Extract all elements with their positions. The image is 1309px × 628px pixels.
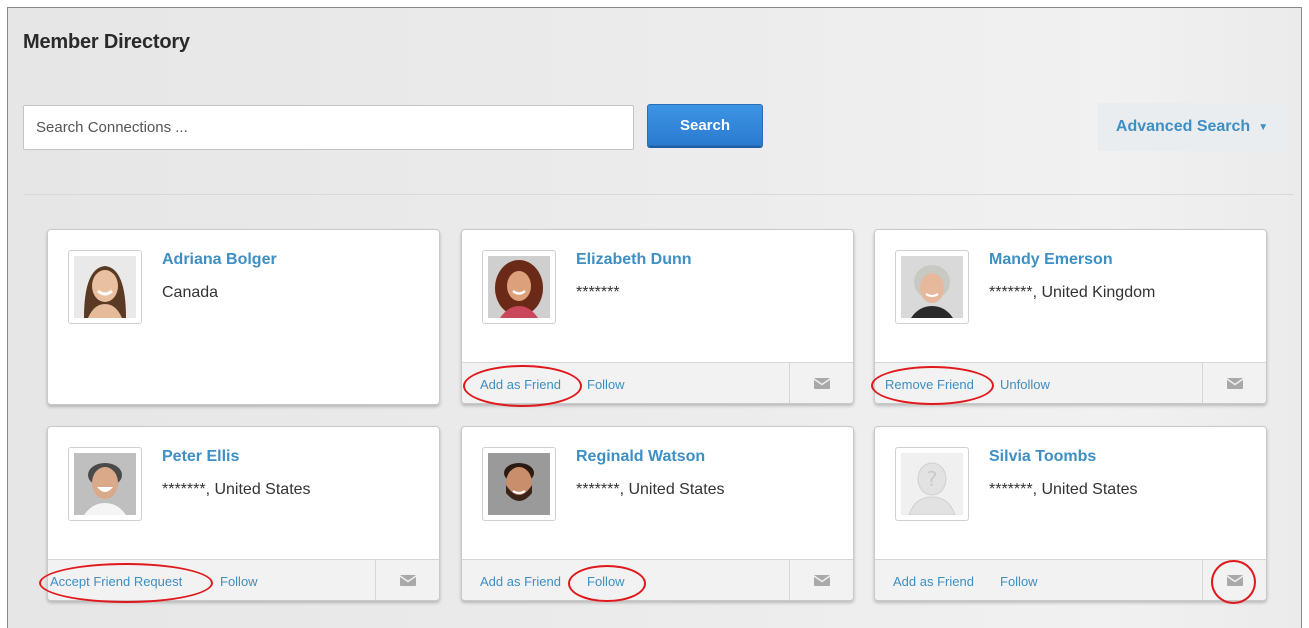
follow-link[interactable]: Follow — [587, 574, 625, 589]
follow-link[interactable]: Follow — [220, 574, 258, 589]
member-card: Peter Ellis *******, United States Accep… — [47, 426, 440, 601]
card-footer: Add as Friend Follow — [462, 362, 853, 403]
send-message-button[interactable] — [375, 560, 439, 600]
member-directory-panel: Member Directory Search Advanced Search … — [7, 7, 1302, 628]
search-button[interactable]: Search — [647, 104, 763, 146]
send-message-button[interactable] — [789, 560, 853, 600]
accept-friend-request-link[interactable]: Accept Friend Request — [50, 574, 182, 589]
member-card: Adriana Bolger Canada — [47, 229, 440, 405]
follow-link[interactable]: Follow — [587, 377, 625, 392]
advanced-search-label: Advanced Search — [1115, 118, 1251, 135]
member-photo[interactable] — [482, 250, 556, 324]
envelope-icon — [1226, 377, 1243, 389]
member-name-link[interactable]: Reginald Watson — [576, 448, 705, 466]
envelope-icon — [1226, 574, 1243, 586]
member-location: *******, United States — [162, 481, 311, 498]
add-as-friend-link[interactable]: Add as Friend — [480, 574, 561, 589]
remove-friend-link[interactable]: Remove Friend — [885, 377, 974, 392]
member-card: Mandy Emerson *******, United Kingdom Re… — [874, 229, 1267, 404]
member-name-link[interactable]: Adriana Bolger — [162, 251, 277, 269]
member-photo[interactable] — [482, 447, 556, 521]
add-as-friend-link[interactable]: Add as Friend — [893, 574, 974, 589]
member-name-link[interactable]: Elizabeth Dunn — [576, 251, 692, 269]
send-message-button[interactable] — [1202, 363, 1266, 403]
follow-link[interactable]: Follow — [1000, 574, 1038, 589]
member-location: *******, United States — [576, 481, 725, 498]
member-card: Reginald Watson *******, United States A… — [461, 426, 854, 601]
member-location: Canada — [162, 284, 219, 301]
member-location: ******* — [576, 284, 620, 301]
member-card: ? Silvia Toombs *******, United States A… — [874, 426, 1267, 601]
svg-text:?: ? — [927, 467, 938, 491]
member-name-link[interactable]: Mandy Emerson — [989, 251, 1113, 269]
divider — [24, 194, 1294, 195]
member-location: *******, United States — [989, 481, 1138, 498]
member-location: *******, United Kingdom — [989, 284, 1156, 301]
envelope-icon — [399, 574, 416, 586]
member-card: Elizabeth Dunn ******* Add as Friend Fol… — [461, 229, 854, 404]
advanced-search-toggle[interactable]: Advanced Search ▼ — [1098, 103, 1286, 151]
send-message-button[interactable] — [789, 363, 853, 403]
member-photo[interactable] — [895, 250, 969, 324]
member-photo[interactable]: ? — [895, 447, 969, 521]
envelope-icon — [813, 574, 830, 586]
unfollow-link[interactable]: Unfollow — [1000, 377, 1050, 392]
search-input[interactable] — [23, 105, 634, 150]
caret-down-icon: ▼ — [1258, 121, 1269, 133]
member-photo[interactable] — [68, 447, 142, 521]
envelope-icon — [813, 377, 830, 389]
member-name-link[interactable]: Peter Ellis — [162, 448, 239, 466]
add-as-friend-link[interactable]: Add as Friend — [480, 377, 561, 392]
card-footer: Add as Friend Follow — [875, 559, 1266, 600]
question-mark-silhouette-icon: ? — [901, 453, 963, 515]
send-message-button[interactable] — [1202, 560, 1266, 600]
page-title: Member Directory — [23, 31, 190, 53]
member-name-link[interactable]: Silvia Toombs — [989, 448, 1096, 466]
member-photo[interactable] — [68, 250, 142, 324]
card-footer: Add as Friend Follow — [462, 559, 853, 600]
card-footer: Accept Friend Request Follow — [48, 559, 439, 600]
card-footer: Remove Friend Unfollow — [875, 362, 1266, 403]
